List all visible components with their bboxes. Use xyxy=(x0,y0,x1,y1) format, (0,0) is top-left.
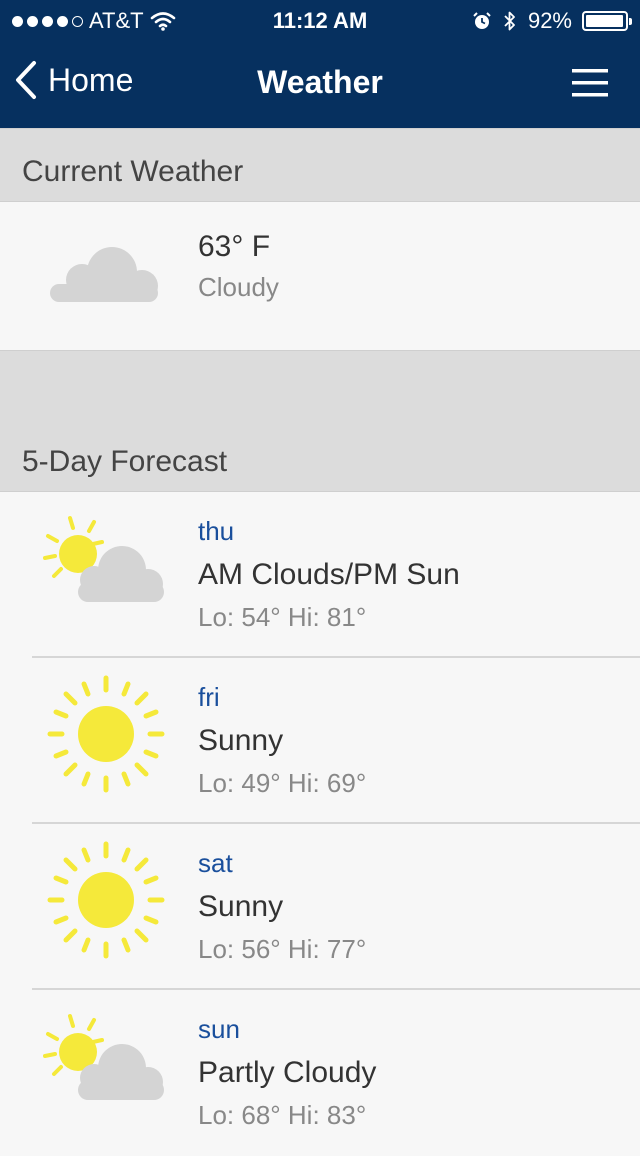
forecast-day: sun xyxy=(198,1014,240,1044)
current-weather-header: Current Weather xyxy=(0,128,640,202)
current-condition: Cloudy xyxy=(198,272,279,302)
current-weather-title: Current Weather xyxy=(22,155,244,188)
top-bar: AT&T 11:12 AM 92% Home Weather xyxy=(0,0,640,128)
cloud-icon xyxy=(50,247,158,302)
page-title: Weather xyxy=(257,64,383,100)
battery-icon xyxy=(582,11,632,31)
forecast-condition: Sunny xyxy=(198,890,284,923)
forecast-day: thu xyxy=(198,516,235,546)
forecast-lo-hi: Lo: 54° Hi: 81° xyxy=(198,602,367,632)
status-bar: AT&T 11:12 AM 92% xyxy=(0,0,640,40)
current-temperature: 63° F xyxy=(198,230,271,263)
forecast-lo-hi: Lo: 68° Hi: 83° xyxy=(198,1100,367,1130)
forecast-item-fri[interactable]: fri Sunny Lo: 49° Hi: 69° xyxy=(0,658,640,824)
bluetooth-icon xyxy=(504,11,515,31)
alarm-icon xyxy=(473,12,491,29)
forecast-header: 5-Day Forecast xyxy=(0,350,640,492)
hamburger-menu-icon xyxy=(572,69,608,97)
forecast-lo-hi: Lo: 49° Hi: 69° xyxy=(198,768,367,798)
forecast-item-sat[interactable]: sat Sunny Lo: 56° Hi: 77° xyxy=(0,824,640,990)
forecast-item-thu[interactable]: thu AM Clouds/PM Sun Lo: 54° Hi: 81° xyxy=(0,492,640,658)
forecast-condition: AM Clouds/PM Sun xyxy=(198,558,460,591)
forecast-lo-hi: Lo: 56° Hi: 77° xyxy=(198,934,367,964)
menu-button[interactable] xyxy=(570,64,610,104)
current-weather-row: 63° F Cloudy xyxy=(0,202,640,350)
forecast-day: sat xyxy=(198,848,233,878)
sun-icon xyxy=(47,841,165,959)
forecast-day: fri xyxy=(198,682,220,712)
forecast-title: 5-Day Forecast xyxy=(22,445,228,478)
forecast-condition: Partly Cloudy xyxy=(198,1056,377,1089)
partly-cloudy-icon xyxy=(43,516,164,602)
forecast-condition: Sunny xyxy=(198,724,284,757)
nav-bar: Home Weather xyxy=(0,40,640,128)
status-right: 92% xyxy=(472,8,632,34)
partly-cloudy-icon xyxy=(43,1014,164,1100)
forecast-item-sun[interactable]: sun Partly Cloudy Lo: 68° Hi: 83° xyxy=(0,990,640,1156)
sun-icon xyxy=(47,675,165,793)
battery-percent: 92% xyxy=(527,8,572,33)
